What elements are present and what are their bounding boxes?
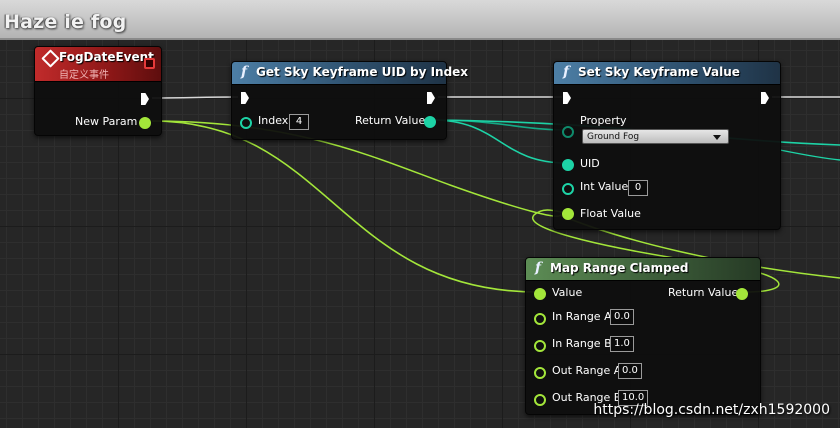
new-param-label: New Param: [75, 115, 138, 128]
in-range-a-field[interactable]: 0.0: [610, 309, 634, 325]
property-dropdown[interactable]: Ground Fog: [582, 129, 729, 144]
get-uid-node-header[interactable]: f Get Sky Keyframe UID by Index: [232, 62, 468, 85]
event-diamond-icon: [41, 49, 60, 68]
index-input-pin[interactable]: [240, 117, 252, 129]
uid-wire-offscreen-2[interactable]: [779, 149, 840, 161]
in-range-b-input-pin[interactable]: [534, 340, 546, 352]
return-value-output-pin[interactable]: [424, 116, 436, 128]
exec-output-pin[interactable]: [761, 92, 769, 104]
pure-node-map-range-clamped[interactable]: f Map Range Clamped Value Return Value I…: [525, 257, 761, 415]
in-range-a-label: In Range A: [552, 310, 612, 323]
exec-input-pin[interactable]: [241, 92, 249, 104]
event-node-subtitle: 自定义事件: [59, 70, 109, 81]
exec-input-pin[interactable]: [563, 92, 571, 104]
delegate-output-pin[interactable]: [144, 58, 155, 69]
exec-output-pin[interactable]: [427, 92, 435, 104]
watermark-url: https://blog.csdn.net/zxh1592000: [593, 402, 830, 418]
function-node-get-sky-keyframe-uid[interactable]: f Get Sky Keyframe UID by Index Index 4 …: [231, 61, 468, 140]
property-input-pin[interactable]: [562, 126, 574, 138]
float-wire-newparam-to-maprange[interactable]: [151, 120, 539, 293]
in-range-b-label: In Range B: [552, 337, 612, 350]
float-value-input-pin[interactable]: [562, 208, 574, 220]
out-range-a-label: Out Range A: [552, 364, 622, 377]
int-value-label: Int Value: [580, 180, 629, 193]
uid-input-pin[interactable]: [562, 159, 574, 171]
uid-wire-to-uid[interactable]: [431, 119, 568, 164]
map-range-node-header[interactable]: f Map Range Clamped: [526, 258, 760, 281]
set-value-node-header[interactable]: f Set Sky Keyframe Value: [554, 62, 780, 85]
int-value-field[interactable]: 0: [628, 180, 648, 196]
function-icon: f: [535, 260, 542, 276]
exec-output-pin[interactable]: [141, 93, 149, 105]
value-label: Value: [552, 286, 583, 299]
property-dropdown-value: Ground Fog: [587, 132, 640, 142]
exec-wire-event-to-getuid[interactable]: [151, 96, 239, 99]
function-icon: f: [241, 64, 248, 80]
out-range-b-input-pin[interactable]: [534, 394, 546, 406]
new-param-output-pin[interactable]: [139, 117, 151, 129]
return-value-output-pin[interactable]: [736, 288, 748, 300]
int-value-input-pin[interactable]: [562, 183, 574, 195]
chevron-down-icon: [713, 135, 721, 140]
event-node-title: FogDateEvent: [59, 50, 154, 64]
event-node-fog-date[interactable]: FogDateEvent 自定义事件 New Param: [34, 46, 162, 136]
return-value-label: Return Value: [668, 286, 739, 299]
in-range-a-input-pin[interactable]: [534, 313, 546, 325]
value-input-pin[interactable]: [534, 288, 546, 300]
get-uid-node-title: Get Sky Keyframe UID by Index: [256, 65, 469, 79]
float-value-label: Float Value: [580, 207, 641, 220]
out-range-a-field[interactable]: 0.0: [618, 363, 642, 379]
property-label: Property: [580, 114, 627, 127]
in-range-b-field[interactable]: 1.0: [610, 336, 634, 352]
return-value-label: Return Value: [355, 114, 426, 127]
set-value-node-title: Set Sky Keyframe Value: [578, 65, 740, 79]
function-icon: f: [563, 64, 570, 80]
map-range-node-title: Map Range Clamped: [550, 261, 689, 275]
event-node-header[interactable]: FogDateEvent 自定义事件: [35, 47, 161, 82]
out-range-a-input-pin[interactable]: [534, 367, 546, 379]
function-node-set-sky-keyframe-value[interactable]: f Set Sky Keyframe Value Property Ground…: [553, 61, 781, 230]
uid-label: UID: [580, 157, 600, 170]
index-value-field[interactable]: 4: [289, 114, 309, 130]
index-label: Index: [258, 114, 289, 127]
